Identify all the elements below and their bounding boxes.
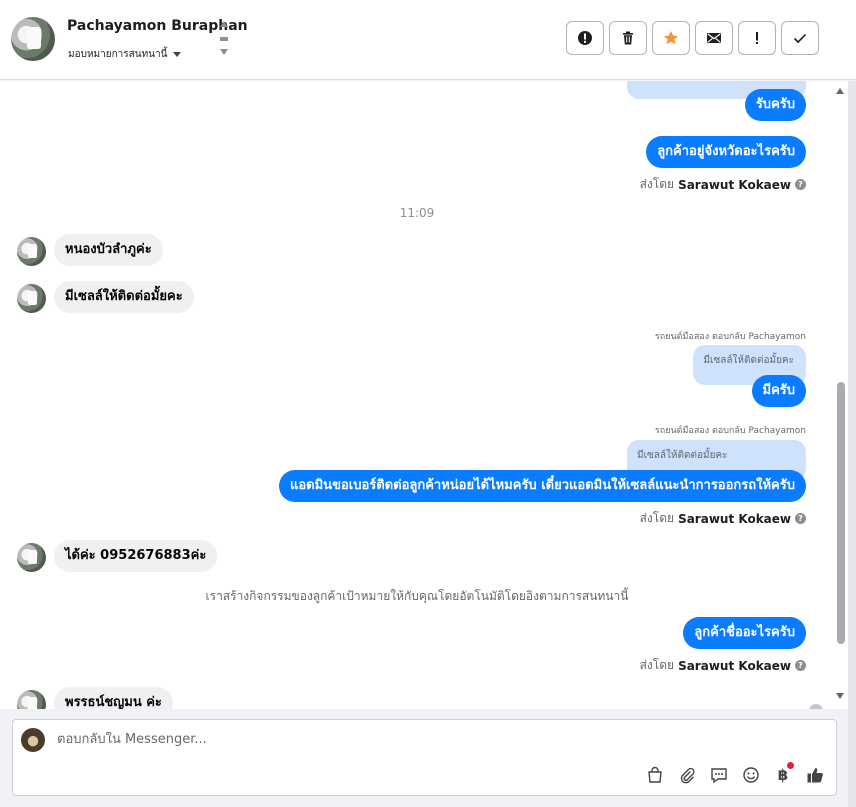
alert-circle-icon (578, 31, 592, 45)
chat-bubble-icon (711, 768, 727, 784)
header-actions (566, 21, 819, 55)
message-incoming[interactable]: พรรธน์ชญมน ค่ะ (54, 687, 173, 709)
sent-by-prefix: ส่งโดย (639, 511, 675, 525)
scroll-up-icon[interactable] (836, 88, 844, 94)
contact-avatar-small (17, 237, 46, 266)
scrollbar-thumb[interactable] (837, 382, 845, 644)
message-incoming[interactable]: หนองบัวลำภูค่ะ (54, 234, 163, 266)
check-icon (793, 33, 807, 44)
message-outgoing[interactable]: แอดมินขอเบอร์ติดต่อลูกค้าหน่อยได้ไหมครับ… (278, 470, 806, 502)
shopping-bag-icon (648, 766, 662, 783)
scroll-down-icon[interactable] (836, 693, 844, 699)
conversation-header: Pachayamon Buraphan มอบหมายการสนทนานี้ (0, 0, 856, 80)
message-outgoing[interactable]: ลูกค้าชื่ออะไรครับ (683, 617, 806, 649)
reply-input[interactable] (57, 732, 657, 747)
reply-meta: รถยนต์มือสอง ตอบกลับ Pachayamon (654, 332, 806, 342)
page-avatar (21, 728, 45, 752)
composer-tools: ฿ (644, 762, 826, 786)
payment-button[interactable]: ฿ (772, 762, 794, 786)
agent-name: Sarawut Kokaew (678, 177, 791, 192)
message-thread: รับครับ ลูกค้าอยู่จังหวัดอะไรครับ ส่งโดย… (0, 81, 834, 709)
message-incoming[interactable]: มีเซลล์ให้ติดต่อมั้ยคะ (54, 281, 194, 313)
agent-name: Sarawut Kokaew (678, 658, 791, 673)
sent-by-label: ส่งโดย Sarawut Kokaew ? (640, 656, 806, 675)
envelope-icon (707, 33, 721, 43)
message-outgoing[interactable]: ลูกค้าอยู่จังหวัดอะไรครับ (646, 136, 806, 168)
next-conversation-icon[interactable] (220, 49, 228, 55)
mark-unread-button[interactable] (695, 21, 733, 55)
chevron-down-icon (173, 52, 182, 57)
menu-dash-icon (220, 37, 228, 41)
contact-avatar-small (17, 284, 46, 313)
message-outgoing[interactable]: มีครับ (751, 375, 806, 407)
conversation-nav (219, 20, 229, 60)
baht-icon: ฿ (777, 766, 789, 784)
help-icon[interactable]: ? (795, 179, 806, 190)
reply-meta: รถยนต์มือสอง ตอบกลับ Pachayamon (654, 426, 806, 436)
contact-avatar-small (17, 690, 46, 709)
notification-dot (787, 762, 794, 769)
contact-avatar-small (17, 543, 46, 572)
smiley-icon (743, 767, 759, 783)
assign-conversation-dropdown[interactable]: มอบหมายการสนทนานี้ (68, 47, 182, 62)
thumbs-up-icon (807, 768, 823, 783)
delete-button[interactable] (609, 21, 647, 55)
shop-button[interactable] (644, 764, 666, 786)
prev-conversation-icon[interactable] (220, 21, 228, 27)
sent-by-prefix: ส่งโดย (639, 177, 675, 191)
contact-avatar[interactable] (11, 17, 55, 61)
spam-button[interactable] (566, 21, 604, 55)
system-note: เราสร้างกิจกรรมของลูกค้าเป้าหมายให้กับคุ… (205, 589, 629, 603)
attach-button[interactable] (676, 764, 698, 786)
emoji-button[interactable] (740, 764, 762, 786)
done-button[interactable] (781, 21, 819, 55)
paperclip-icon (680, 767, 695, 784)
assign-label: มอบหมายการสนทนานี้ (68, 49, 168, 60)
panel-edge (848, 81, 856, 807)
exclamation-icon (756, 32, 758, 44)
follow-up-button[interactable] (738, 21, 776, 55)
seen-indicator-icon (809, 704, 823, 709)
agent-name: Sarawut Kokaew (678, 511, 791, 526)
message-incoming[interactable]: ได้ค่ะ 0952676883ค่ะ (54, 540, 218, 572)
star-icon (663, 31, 679, 45)
message-outgoing[interactable]: รับครับ (744, 89, 806, 121)
reply-composer: ฿ (12, 719, 837, 796)
sent-by-prefix: ส่งโดย (639, 658, 675, 672)
help-icon[interactable]: ? (795, 660, 806, 671)
help-icon[interactable]: ? (795, 513, 806, 524)
sent-by-label: ส่งโดย Sarawut Kokaew ? (640, 175, 806, 194)
trash-icon (623, 31, 633, 45)
star-button[interactable] (652, 21, 690, 55)
sent-by-label: ส่งโดย Sarawut Kokaew ? (640, 509, 806, 528)
saved-replies-button[interactable] (708, 764, 730, 786)
like-button[interactable] (804, 764, 826, 786)
time-separator: 11:09 (399, 206, 435, 220)
